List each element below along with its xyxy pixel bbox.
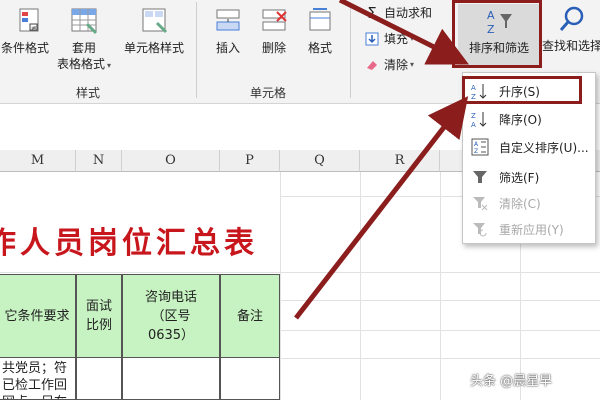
clear-button[interactable]: 清除 ▾ bbox=[364, 56, 414, 73]
column-header-label: Q bbox=[314, 153, 325, 168]
table-header-text: 备注 bbox=[236, 308, 263, 324]
svg-text:Z: Z bbox=[471, 112, 476, 120]
column-header-label: M bbox=[30, 153, 45, 168]
magnifier-icon bbox=[559, 6, 584, 31]
sheet-title[interactable]: 作人员岗位汇总表 bbox=[0, 218, 258, 262]
table-header-phone[interactable]: 咨询电话 （区号 0635） bbox=[122, 274, 220, 358]
cell-styles-icon bbox=[142, 8, 168, 34]
format-cells-icon bbox=[309, 8, 331, 31]
menu-item-filter[interactable]: 筛选(F) bbox=[463, 165, 595, 189]
menu-item-sort-descending[interactable]: ZA 降序(O) bbox=[463, 107, 595, 131]
delete-label: 删除 bbox=[261, 41, 286, 55]
table-cell[interactable] bbox=[122, 358, 220, 400]
format-label: 格式 bbox=[307, 41, 332, 55]
grid-line bbox=[360, 172, 361, 400]
column-header-r[interactable]: R bbox=[360, 150, 440, 172]
insert-label: 插入 bbox=[215, 41, 240, 55]
chevron-down-icon: ▾ bbox=[410, 60, 415, 69]
chevron-down-icon: ▾ bbox=[410, 34, 415, 43]
autosum-button[interactable]: Σ 自动求和 bbox=[364, 3, 433, 22]
menu-item-label: 筛选(F) bbox=[499, 170, 540, 185]
reapply-icon bbox=[469, 221, 491, 237]
grid-line bbox=[440, 172, 441, 400]
menu-item-custom-sort[interactable]: AZ 自定义排序(U)... bbox=[463, 135, 595, 159]
table-header-text: 咨询电话 （区号 0635） bbox=[144, 289, 197, 343]
table-cell[interactable] bbox=[76, 358, 122, 400]
insert-button[interactable]: 插入 bbox=[208, 6, 248, 56]
menu-item-clear-filter[interactable]: 清除(C) bbox=[463, 191, 595, 215]
column-header-o[interactable]: O bbox=[122, 150, 220, 172]
find-select-label: 查找和选择 bbox=[541, 39, 600, 53]
cells-group-label: 单元格 bbox=[250, 86, 287, 100]
column-header-m[interactable]: M bbox=[0, 150, 76, 172]
fill-label: 填充 bbox=[384, 32, 409, 46]
group-divider bbox=[196, 2, 197, 98]
sigma-icon: Σ bbox=[367, 3, 377, 22]
table-header-interview-ratio[interactable]: 面试 比例 bbox=[76, 274, 122, 358]
format-as-table-label-1: 套用 bbox=[71, 41, 96, 55]
grid-line bbox=[280, 300, 600, 301]
column-header-label: O bbox=[165, 153, 176, 168]
table-header-text: 它条件要求 bbox=[4, 308, 70, 324]
table-cell[interactable]: 共党员；符 已检工作回 网点，另在 bbox=[0, 358, 76, 400]
svg-text:A: A bbox=[471, 121, 476, 128]
cell-styles-button[interactable]: 单元格样式 bbox=[116, 6, 192, 56]
grid-line bbox=[280, 172, 281, 400]
menu-item-reapply[interactable]: 重新应用(Y) bbox=[463, 217, 595, 241]
fill-button[interactable]: 填充 ▾ bbox=[364, 30, 414, 47]
grid-line bbox=[280, 330, 600, 331]
fill-down-icon bbox=[364, 31, 380, 47]
cell-styles-label: 单元格样式 bbox=[123, 41, 184, 55]
grid-line bbox=[0, 272, 600, 273]
insert-cells-icon bbox=[216, 9, 240, 31]
sort-descending-icon: ZA bbox=[469, 110, 491, 128]
svg-text:≠: ≠ bbox=[31, 24, 37, 32]
sort-filter-highlight bbox=[452, 0, 542, 68]
autosum-label: 自动求和 bbox=[384, 6, 433, 20]
ascending-highlight bbox=[462, 76, 582, 104]
conditional-format-label: 条件格式 bbox=[0, 41, 49, 55]
clear-label: 清除 bbox=[384, 58, 409, 72]
table-header-remarks[interactable]: 备注 bbox=[220, 274, 280, 358]
column-header-label: P bbox=[245, 153, 254, 168]
delete-button[interactable]: 删除 bbox=[254, 6, 294, 56]
column-header-label: R bbox=[394, 153, 405, 168]
menu-item-label: 清除(C) bbox=[499, 196, 541, 211]
column-header-label: N bbox=[92, 153, 105, 168]
chevron-down-icon: ▾ bbox=[107, 61, 112, 70]
custom-sort-icon: AZ bbox=[469, 138, 491, 156]
conditional-format-icon: ≠ bbox=[19, 8, 39, 32]
table-header-requirements[interactable]: 它条件要求 bbox=[0, 274, 76, 358]
menu-item-label: 自定义排序(U)... bbox=[499, 140, 589, 155]
styles-group-label: 样式 bbox=[76, 86, 101, 100]
format-as-table-icon bbox=[71, 8, 98, 35]
group-divider bbox=[350, 2, 351, 98]
column-header-n[interactable]: N bbox=[76, 150, 122, 172]
column-header-q[interactable]: Q bbox=[280, 150, 360, 172]
table-cell[interactable] bbox=[220, 358, 280, 400]
filter-icon bbox=[469, 169, 491, 185]
find-select-button[interactable]: 查找和选择 bbox=[540, 4, 600, 54]
menu-item-label: 重新应用(Y) bbox=[499, 222, 564, 237]
watermark: 头条 @晨星早 bbox=[470, 374, 553, 389]
column-header-p[interactable]: P bbox=[220, 150, 280, 172]
grid-line bbox=[280, 358, 600, 359]
format-as-table-label-text: 表格格式 bbox=[56, 57, 105, 71]
format-as-table-button[interactable]: 套用 表格格式 ▾ bbox=[52, 6, 116, 74]
conditional-format-button[interactable]: ≠ 条件格式 bbox=[0, 6, 54, 56]
table-header-text: 面试 比例 bbox=[85, 299, 112, 333]
eraser-icon bbox=[364, 57, 380, 73]
format-as-table-label-2: 表格格式 ▾ bbox=[57, 56, 111, 74]
menu-item-label: 降序(O) bbox=[499, 112, 542, 127]
delete-cells-icon bbox=[262, 9, 287, 31]
clear-filter-icon bbox=[469, 195, 491, 211]
format-button[interactable]: 格式 bbox=[300, 6, 340, 56]
svg-text:Z: Z bbox=[474, 148, 478, 155]
